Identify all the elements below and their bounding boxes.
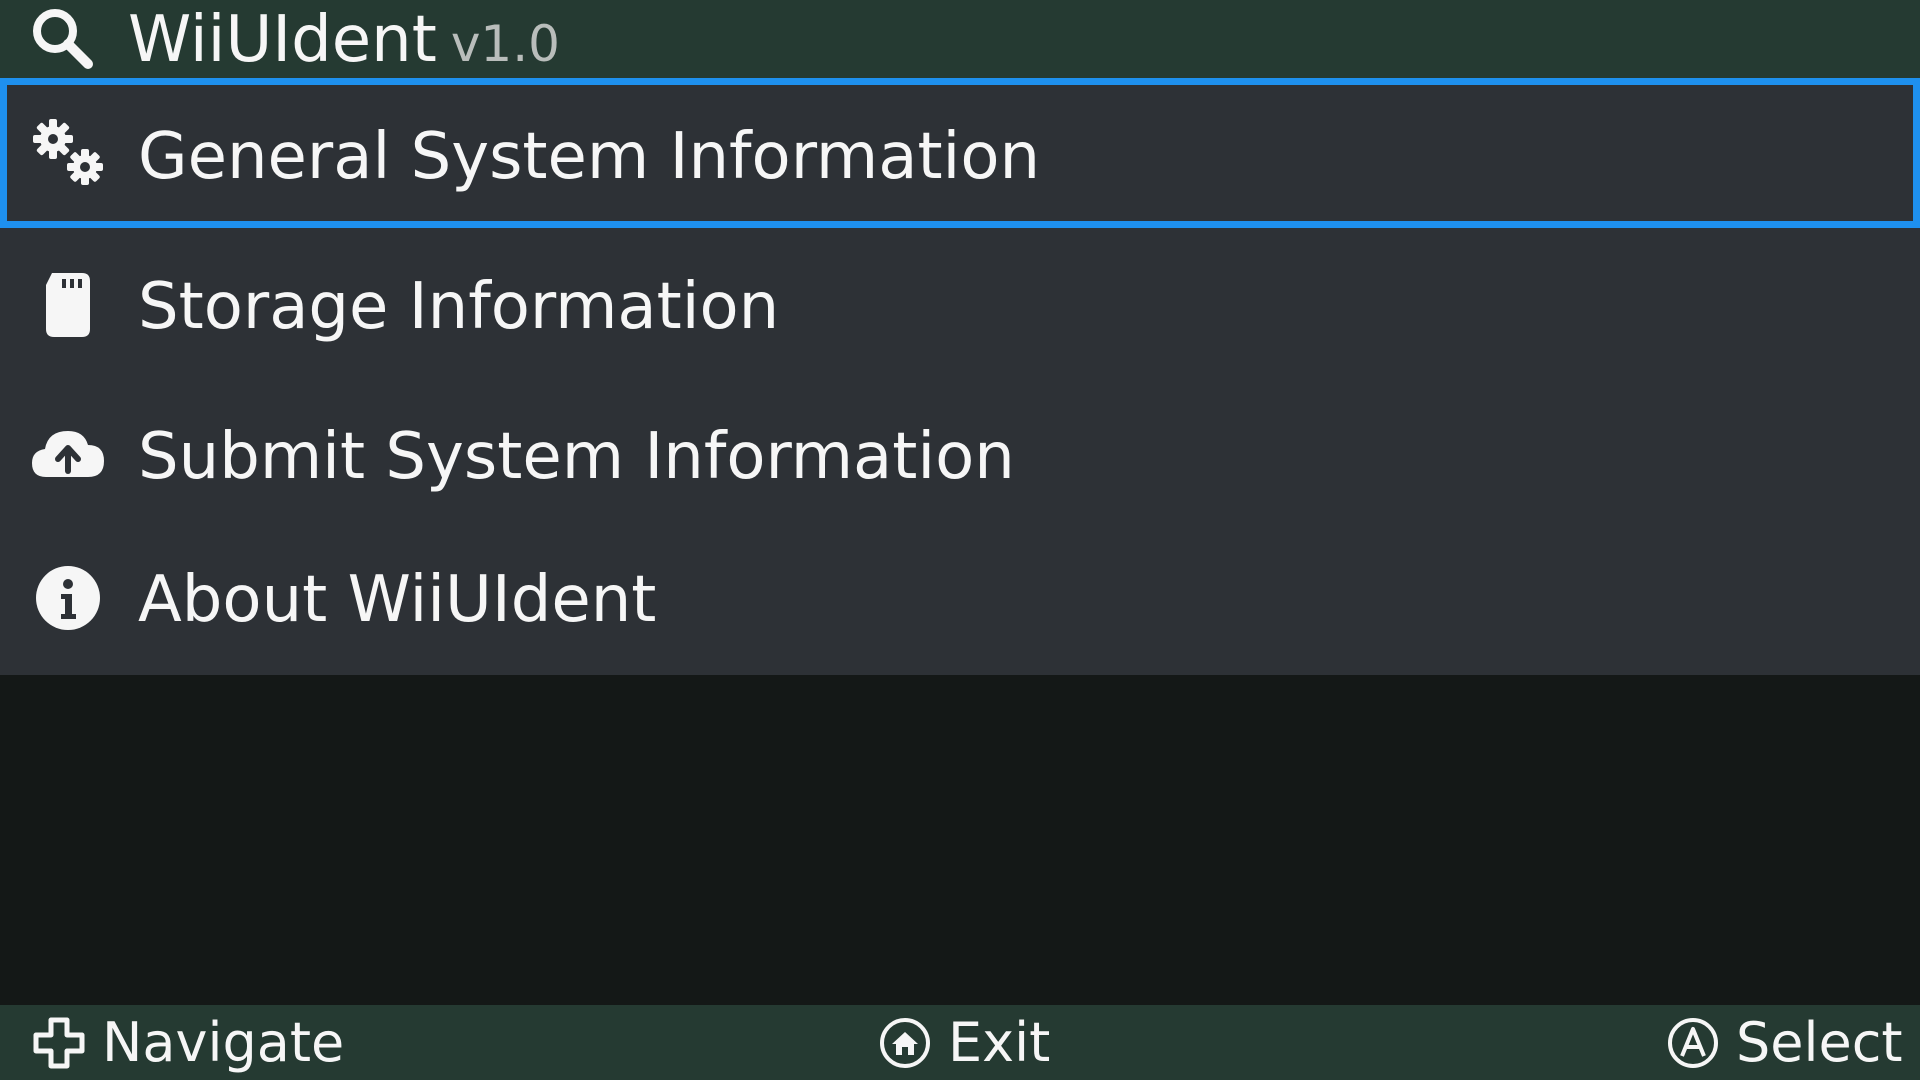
menu-item-about-wiiuident[interactable]: About WiiUIdent bbox=[0, 528, 1920, 678]
home-button-icon bbox=[880, 1017, 930, 1068]
gears-icon bbox=[33, 119, 103, 185]
sd-card-icon bbox=[46, 273, 90, 337]
cloud-upload-icon bbox=[32, 431, 104, 477]
info-icon bbox=[36, 566, 100, 630]
footer-bar: Navigate Exit Select bbox=[0, 1005, 1920, 1080]
menu-item-storage-information[interactable]: Storage Information bbox=[0, 228, 1920, 378]
app-title: WiiUIdent v1.0 bbox=[128, 2, 560, 82]
select-hint[interactable]: Select bbox=[1666, 1005, 1903, 1080]
menu-item-label: Submit System Information bbox=[138, 420, 1015, 494]
app-version: v1.0 bbox=[450, 15, 560, 73]
navigate-hint: Navigate bbox=[32, 1005, 344, 1080]
menu-item-general-system-information[interactable]: General System Information bbox=[0, 78, 1920, 228]
header-bar: WiiUIdent v1.0 bbox=[0, 0, 1920, 78]
a-button-icon bbox=[1668, 1017, 1718, 1068]
menu-item-label: General System Information bbox=[138, 120, 1041, 194]
dpad-icon bbox=[33, 1017, 85, 1068]
navigate-label: Navigate bbox=[102, 1011, 345, 1074]
exit-label: Exit bbox=[948, 1011, 1051, 1074]
select-label: Select bbox=[1736, 1011, 1903, 1074]
app-name: WiiUIdent bbox=[128, 3, 437, 77]
menu-item-label: Storage Information bbox=[138, 270, 780, 344]
menu-item-submit-system-information[interactable]: Submit System Information bbox=[0, 378, 1920, 528]
menu-item-label: About WiiUIdent bbox=[138, 563, 657, 637]
exit-hint[interactable]: Exit bbox=[878, 1005, 1050, 1080]
search-icon bbox=[33, 9, 93, 69]
screen: WiiUIdent v1.0 General System Informatio… bbox=[0, 0, 1920, 1080]
content-empty-area bbox=[0, 675, 1920, 1005]
main-menu: General System Information Storage Infor… bbox=[0, 78, 1920, 675]
